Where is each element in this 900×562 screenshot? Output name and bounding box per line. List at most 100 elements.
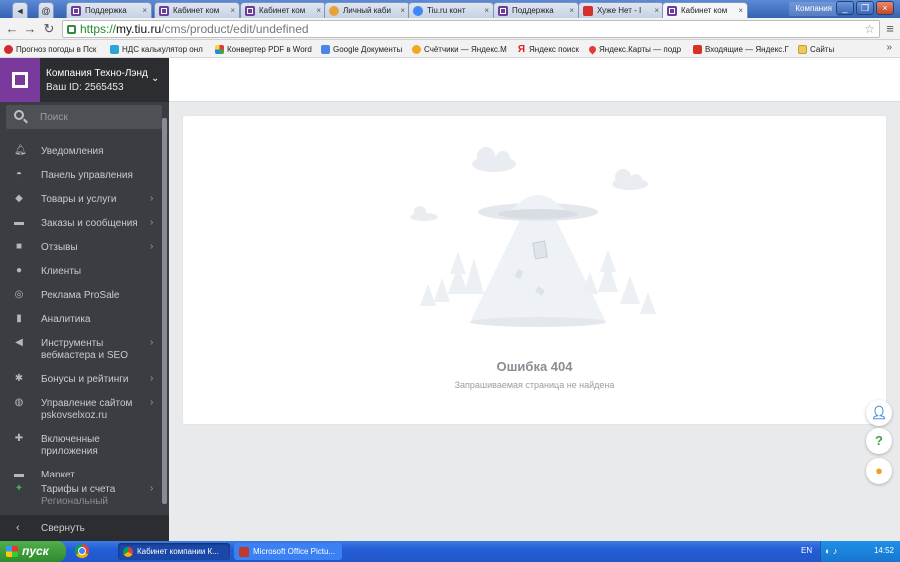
chrome-quicklaunch-icon[interactable]	[75, 544, 89, 558]
back-arrow-icon[interactable]: ←	[4, 21, 20, 37]
browser-tab-active[interactable]: Кабинет ком ×	[662, 2, 748, 18]
url-path: /cms/product/edit/undefined	[161, 22, 309, 36]
sidebar-item-seo-tools[interactable]: ◀ Инструменты вебмастера и SEO ›	[0, 333, 160, 363]
purple-square-icon	[159, 5, 169, 16]
browser-tab[interactable]: Tiu.ru конт ×	[408, 2, 494, 18]
close-icon[interactable]: ×	[484, 6, 489, 15]
chevron-left-icon: ‹	[16, 522, 20, 534]
bar-chart-icon: ▮	[16, 313, 22, 324]
browser-tab[interactable]: Хуже Нет - I ×	[578, 2, 664, 18]
bookmark-item[interactable]: Яндекс.Карты — подр	[589, 43, 685, 56]
start-button[interactable]: пуск	[0, 541, 66, 562]
taskbar-task-chrome[interactable]: Кабинет компании К...	[118, 543, 230, 560]
bookmark-item[interactable]: Счётчики — Яндекс.М	[412, 43, 508, 56]
close-icon[interactable]: ×	[316, 6, 321, 15]
users-icon: ●	[15, 265, 23, 276]
search-input[interactable]	[40, 109, 156, 125]
profile-help-button[interactable]: 👤︎	[866, 400, 892, 426]
pdf-converter-icon	[215, 45, 224, 54]
company-switcher[interactable]: Компания Техно-Лэнд Ваш ID: 2565453 ⌄	[0, 58, 169, 102]
yandex-icon: Я	[517, 44, 526, 55]
sidebar-item-dashboard[interactable]: ◓ Панель управления	[0, 165, 160, 185]
browser-tab[interactable]: Поддержка ×	[66, 2, 152, 18]
minimize-icon[interactable]: _	[836, 1, 854, 15]
sidebar-item-tariffs[interactable]: ✦ Тарифы и счета Региональный ›	[0, 479, 160, 509]
search-icon	[14, 110, 24, 120]
chevron-down-icon[interactable]: ⌄	[151, 73, 159, 84]
browser-tab[interactable]: Личный каби ×	[324, 2, 410, 18]
bookmark-item[interactable]: НДС калькулятор онл	[110, 43, 208, 56]
mail-icon	[693, 45, 702, 54]
purple-square-icon	[245, 5, 255, 16]
sidebar: Компания Техно-Лэнд Ваш ID: 2565453 ⌄ 🔔︎…	[0, 58, 169, 541]
tag-icon: ◆	[15, 193, 23, 204]
market-icon: ▬	[14, 469, 24, 478]
metrica-icon	[412, 45, 421, 54]
chat-button[interactable]: ●	[866, 458, 892, 484]
error-card: Ошибка 404 Запрашиваемая страница не най…	[183, 116, 886, 424]
sidebar-item-bonuses[interactable]: ✱ Бонусы и рейтинги ›	[0, 369, 160, 389]
bookmark-item[interactable]: Google Документы	[321, 43, 419, 56]
browser-tab[interactable]: Кабинет ком ×	[154, 2, 240, 18]
close-icon[interactable]: ×	[400, 6, 405, 15]
mail-tab-icon[interactable]: @	[38, 2, 54, 18]
browser-tab[interactable]: Поддержка ×	[493, 2, 579, 18]
chevron-right-icon: ›	[150, 241, 154, 252]
browser-profile-button[interactable]: Компания	[789, 2, 838, 16]
tiu-logo	[0, 58, 40, 102]
close-icon[interactable]: ×	[230, 6, 235, 15]
sidebar-item-products[interactable]: ◆ Товары и услуги ›	[0, 189, 160, 209]
restore-icon[interactable]: ❐	[856, 1, 874, 15]
url-host: my.tiu.ru	[116, 22, 162, 36]
comment-icon: ■	[15, 241, 23, 252]
lock-icon	[67, 24, 76, 34]
sidebar-item-analytics[interactable]: ▮ Аналитика	[0, 309, 160, 329]
company-name: Компания Техно-Лэнд	[46, 68, 148, 79]
forward-arrow-icon[interactable]: →	[22, 21, 38, 37]
language-indicator[interactable]: EN	[801, 546, 812, 555]
address-bar[interactable]: https:// my.tiu.ru /cms/product/edit/und…	[62, 20, 880, 38]
bookmark-star-icon[interactable]: ☆	[864, 22, 875, 36]
windows-flag-icon	[6, 546, 18, 557]
bookmark-item[interactable]: Входящие — Яндекс.Г	[693, 43, 791, 56]
sidebar-item-apps[interactable]: ✚ Включенные приложения	[0, 429, 160, 459]
browser-toolbar: ← → ↻ https:// my.tiu.ru /cms/product/ed…	[0, 18, 900, 40]
bookmark-item[interactable]: Конвертер PDF в Word	[215, 43, 315, 56]
ufo-illustration	[410, 147, 656, 327]
office-picture-icon	[239, 546, 249, 557]
main-content: Ошибка 404 Запрашиваемая страница не най…	[169, 58, 900, 541]
bookmarks-bar: Прогноз погоды в Пск НДС калькулятор онл…	[0, 40, 900, 58]
close-icon[interactable]: ×	[569, 6, 574, 15]
sidebar-item-clients[interactable]: ● Клиенты	[0, 261, 160, 281]
url-scheme: https://	[80, 22, 117, 36]
collapse-sidebar-button[interactable]: ‹ Свернуть	[0, 515, 169, 541]
bookmark-item[interactable]: Я Яндекс поиск	[517, 43, 585, 56]
sidebar-scrollbar[interactable]	[162, 118, 167, 504]
sidebar-item-reviews[interactable]: ■ Отзывы ›	[0, 237, 160, 257]
window-close-icon[interactable]: ×	[876, 1, 894, 15]
bookmark-item[interactable]: Прогноз погоды в Пск	[4, 43, 102, 56]
close-icon[interactable]: ×	[654, 6, 659, 15]
chevron-right-icon: ›	[150, 193, 154, 204]
sidebar-item-market[interactable]: ▬ Маркет	[0, 465, 160, 478]
chevron-right-icon: ›	[150, 483, 154, 494]
purple-square-icon	[71, 5, 81, 16]
bookmarks-overflow-icon[interactable]: »	[886, 42, 892, 53]
sidebar-item-notifications[interactable]: 🔔︎ Уведомления	[0, 141, 160, 161]
tab-back-icon[interactable]: ◄	[12, 2, 28, 18]
sidebar-item-orders[interactable]: ▬ Заказы и сообщения ›	[0, 213, 160, 233]
tray-volume-icon[interactable]: ◐ ♪	[825, 546, 837, 556]
taskbar-task-office[interactable]: Microsoft Office Pictu...	[234, 543, 342, 560]
sidebar-item-prosale[interactable]: ◎ Реклама ProSale	[0, 285, 160, 305]
map-pin-icon	[589, 44, 598, 55]
reload-icon[interactable]: ↻	[41, 21, 57, 37]
globe-icon: ◍	[14, 397, 24, 408]
sidebar-item-site-management[interactable]: ◍ Управление сайтом pskovselxoz.ru ›	[0, 393, 160, 423]
menu-icon[interactable]: ≡	[882, 21, 898, 37]
close-icon[interactable]: ×	[142, 6, 147, 15]
browser-tab[interactable]: Кабинет ком ×	[240, 2, 326, 18]
tariff-icon: ✦	[14, 483, 24, 494]
bookmark-folder[interactable]: Сайты	[798, 43, 848, 56]
faq-button[interactable]: ?	[866, 428, 892, 454]
close-icon[interactable]: ×	[738, 6, 743, 15]
